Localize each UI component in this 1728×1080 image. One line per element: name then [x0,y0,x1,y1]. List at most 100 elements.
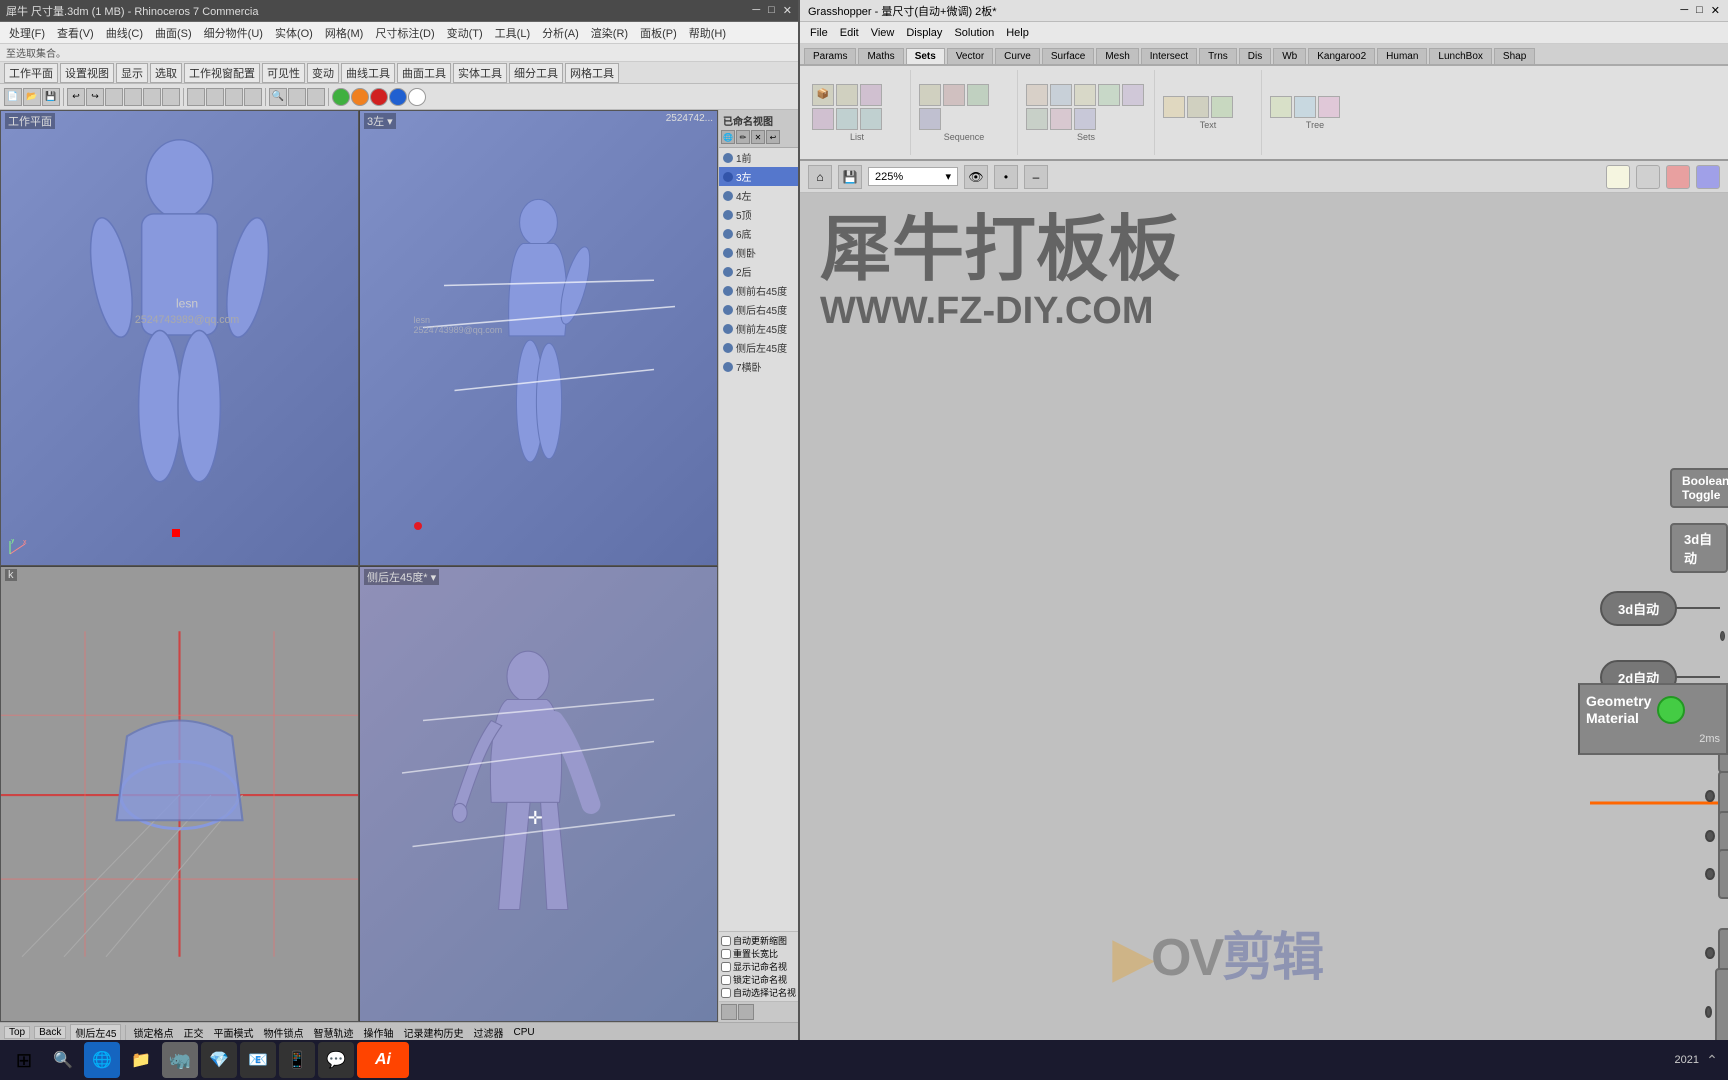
gh-zoom-selector[interactable]: 225% ▾ [868,167,958,186]
rotate-icon[interactable] [225,88,243,106]
vp-top[interactable]: Top [4,1026,30,1039]
tab-dis[interactable]: Dis [1239,48,1271,64]
ribbon-icon-sets-1[interactable] [1026,84,1048,106]
menu-transform[interactable]: 变动(T) [442,25,488,41]
viewport-workplane[interactable]: 工作平面 lesn 2524743989@qq. [0,110,359,566]
edit-view-icon[interactable]: ✏ [736,130,750,144]
tab-workplane[interactable]: 工作平面 [4,63,58,83]
gh-canvas[interactable]: 犀牛打板板 WWW.FZ-DIY.COM [800,193,1728,1080]
ribbon-icon-4[interactable] [812,108,834,130]
lock-grid[interactable]: 锁定格点 [130,1025,176,1040]
ribbon-icon-sets-5[interactable] [1122,84,1144,106]
ribbon-icon-sets-7[interactable] [1050,108,1072,130]
tab-visibility[interactable]: 可见性 [262,63,305,83]
menu-mesh[interactable]: 网格(M) [320,25,369,41]
taskbar-app1[interactable]: 💎 [201,1042,237,1078]
gh-color-btn1[interactable] [1606,165,1630,189]
tab-wb[interactable]: Wb [1273,48,1306,64]
menu-panel[interactable]: 面板(P) [635,25,682,41]
material-green[interactable] [332,88,350,106]
viewport-3left[interactable]: 3左 ▾ 2524742... [359,110,718,566]
menu-curve[interactable]: 曲线(C) [101,25,148,41]
tab-transform[interactable]: 变动 [307,63,339,83]
tab-vector[interactable]: Vector [947,48,993,64]
tab-human[interactable]: Human [1377,48,1427,64]
add-view-icon[interactable]: 🌐 [721,130,735,144]
tab-display[interactable]: 显示 [116,63,148,83]
ribbon-icon-seq-2[interactable] [943,84,965,106]
menu-render[interactable]: 渲染(R) [586,25,633,41]
taskbar-system-tray[interactable]: ⌃ [1702,1042,1722,1078]
tab-mesh[interactable]: Mesh [1096,48,1138,64]
taskbar-rhino-btn[interactable]: 🦏 [162,1042,198,1078]
viewport-sideleft45[interactable]: 侧后左45度* ▾ [359,566,718,1022]
new-icon[interactable]: 📄 [4,88,22,106]
material-white[interactable] [408,88,426,106]
tab-shap[interactable]: Shap [1494,48,1535,64]
ortho[interactable]: 正交 [180,1025,206,1040]
paste-icon[interactable] [143,88,161,106]
zoom-in-icon[interactable]: 🔍 [269,88,287,106]
tab-curve[interactable]: Curve [995,48,1040,64]
3d-auto-btn[interactable]: 3d自动 [1600,591,1677,626]
delete-view-icon[interactable]: ✕ [751,130,765,144]
minimize-btn[interactable]: ─ [752,4,760,17]
view-item-5顶[interactable]: 5顶 [719,205,798,224]
view-item-侧前右45度[interactable]: 侧前右45度 [719,281,798,300]
select-icon[interactable] [187,88,205,106]
zoom-out-icon[interactable] [288,88,306,106]
menu-solid[interactable]: 实体(O) [270,25,318,41]
tab-viewport-config[interactable]: 工作视窗配置 [184,63,260,83]
obj-snap[interactable]: 物件锁点 [260,1025,306,1040]
view-item-侧前左45度[interactable]: 侧前左45度 [719,319,798,338]
tab-sets[interactable]: Sets [906,48,945,64]
delete-icon[interactable] [162,88,180,106]
ribbon-icon-txt-1[interactable] [1163,96,1185,118]
ribbon-icon-txt-2[interactable] [1187,96,1209,118]
tab-subdiv-tools[interactable]: 细分工具 [509,63,563,83]
gh-minimize-btn[interactable]: ─ [1680,4,1688,17]
view-item-侧卧[interactable]: 侧卧 [719,243,798,262]
gh-dot-icon[interactable]: • [994,165,1018,189]
ribbon-icon-sets-2[interactable] [1050,84,1072,106]
gh-close-btn[interactable]: ✕ [1711,4,1720,17]
tab-maths[interactable]: Maths [858,48,903,64]
menu-help[interactable]: 帮助(H) [684,25,731,41]
taskbar-ai-btn[interactable]: Ai [357,1042,409,1078]
restore-view-icon[interactable]: ↩ [766,130,780,144]
taskbar-folder-btn[interactable]: 📁 [123,1042,159,1078]
tab-select[interactable]: 选取 [150,63,182,83]
tab-surface[interactable]: Surface [1042,48,1094,64]
menu-subdiv[interactable]: 细分物件(U) [199,25,268,41]
view-item-4左[interactable]: 4左 [719,186,798,205]
3d-auto-input-node[interactable]: 3d自动 [1670,523,1728,573]
gumball[interactable]: 操作轴 [360,1025,396,1040]
ribbon-icon-txt-3[interactable] [1211,96,1233,118]
ribbon-icon-2[interactable] [836,84,858,106]
menu-tools[interactable]: 工具(L) [490,25,535,41]
copy-icon[interactable] [124,88,142,106]
ribbon-icon-sets-8[interactable] [1074,108,1096,130]
nv-bottom-icon1[interactable] [721,1004,737,1020]
view-item-1前[interactable]: 1前 [719,148,798,167]
tab-mesh-tools[interactable]: 网格工具 [565,63,619,83]
auto-update-check[interactable]: 自动更新缩图 [721,934,796,947]
viewport-top[interactable]: k [0,566,359,1022]
tab-trns[interactable]: Trns [1199,48,1237,64]
tab-curve-tools[interactable]: 曲线工具 [341,63,395,83]
menu-file[interactable]: 处理(F) [4,25,50,41]
ribbon-icon-3[interactable] [860,84,882,106]
redo-icon[interactable]: ↪ [86,88,104,106]
material-red[interactable] [370,88,388,106]
view-item-7横卧[interactable]: 7横卧 [719,357,798,376]
tab-solid-tools[interactable]: 实体工具 [453,63,507,83]
gh-color-btn4[interactable] [1696,165,1720,189]
undo-icon[interactable]: ↩ [67,88,85,106]
gh-maximize-btn[interactable]: □ [1696,4,1703,17]
vp-back[interactable]: Back [34,1026,66,1039]
show-names-check[interactable]: 显示记命名视 [721,960,796,973]
nv-bottom-icon2[interactable] [738,1004,754,1020]
ribbon-icon-seq-4[interactable] [919,108,941,130]
view-item-6底[interactable]: 6底 [719,224,798,243]
tab-surface-tools[interactable]: 曲面工具 [397,63,451,83]
